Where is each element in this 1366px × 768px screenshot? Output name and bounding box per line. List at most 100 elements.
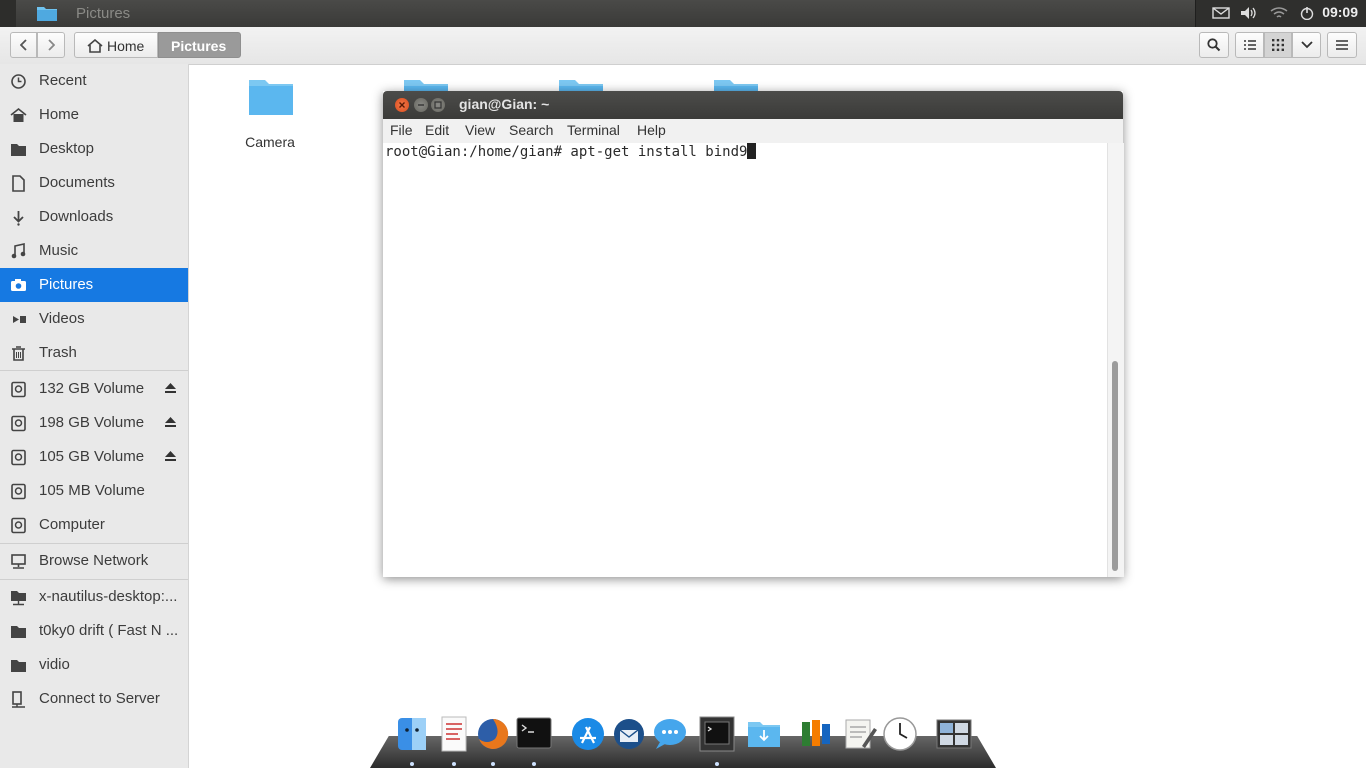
folder-icon	[748, 722, 780, 747]
clock-icon	[11, 74, 26, 89]
terminal-scrollbar[interactable]	[1107, 143, 1124, 577]
eject-icon[interactable]	[164, 416, 177, 428]
dock	[370, 716, 996, 768]
terminal-window[interactable]: gian@Gian: ~ File Edit View Search Termi…	[383, 91, 1124, 577]
sidebar-item-bookmark-vidio[interactable]: vidio	[0, 648, 188, 682]
menu-view[interactable]: View	[465, 122, 495, 138]
camera-icon	[11, 279, 26, 291]
clock[interactable]: 09:09	[1322, 4, 1358, 20]
drive-icon	[11, 483, 26, 500]
sidebar-item-connect-to-server[interactable]: Connect to Server	[0, 682, 188, 716]
sidebar-label: x-nautilus-desktop:...	[39, 588, 178, 605]
sidebar-item-browse-network[interactable]: Browse Network	[0, 544, 188, 578]
eject-icon[interactable]	[164, 450, 177, 462]
sidebar-item-home[interactable]: Home	[0, 98, 188, 132]
chevron-right-icon	[48, 39, 55, 51]
list-icon	[1243, 40, 1256, 50]
menu-file[interactable]: File	[390, 122, 413, 138]
home-icon	[10, 107, 27, 122]
folder-label: Camera	[245, 134, 295, 150]
menu-button[interactable]	[1327, 32, 1357, 58]
terminal-titlebar[interactable]: gian@Gian: ~	[383, 91, 1123, 119]
folder-icon	[37, 7, 57, 21]
volume-icon[interactable]	[1240, 6, 1258, 20]
search-icon	[1207, 38, 1221, 52]
back-button[interactable]	[10, 32, 37, 58]
terminal-icon-graphic	[516, 717, 552, 749]
terminal-line: root@Gian:/home/gian# apt-get install bi…	[385, 143, 757, 160]
path-label-home: Home	[107, 38, 145, 54]
wifi-icon[interactable]	[1270, 6, 1288, 20]
sidebar-label: 132 GB Volume	[39, 380, 145, 397]
list-view-button[interactable]	[1235, 32, 1264, 58]
sidebar-item-volume-105mb[interactable]: 105 MB Volume	[0, 474, 188, 508]
search-button[interactable]	[1199, 32, 1229, 58]
mail-icon[interactable]	[1212, 6, 1230, 20]
sidebar-item-pictures[interactable]: Pictures	[0, 268, 188, 302]
maximize-button[interactable]	[431, 98, 445, 112]
grid-view-button[interactable]	[1264, 32, 1292, 58]
path-button-pictures[interactable]: Pictures	[158, 32, 241, 58]
sidebar-item-bookmark-desktop[interactable]: x-nautilus-desktop:...	[0, 580, 188, 614]
eject-icon[interactable]	[164, 382, 177, 394]
sidebar: Recent Home Desktop Documents Downloads …	[0, 64, 189, 768]
sidebar-item-recent[interactable]: Recent	[0, 64, 188, 98]
finder-icon[interactable]	[394, 716, 430, 766]
sidebar-item-music[interactable]: Music	[0, 234, 188, 268]
sidebar-item-volume-198gb[interactable]: 198 GB Volume	[0, 406, 188, 440]
sidebar-item-videos[interactable]: Videos	[0, 302, 188, 336]
minimize-button[interactable]	[414, 98, 428, 112]
sidebar-label: Music	[39, 242, 79, 259]
sidebar-item-bookmark-tokyo-drift[interactable]: t0ky0 drift ( Fast N ...	[0, 614, 188, 648]
running-indicator	[715, 762, 719, 766]
network-folder-icon	[11, 591, 26, 606]
app-store-icon-graphic	[572, 718, 604, 750]
video-icon	[13, 316, 26, 323]
sidebar-item-desktop[interactable]: Desktop	[0, 132, 188, 166]
app-store-icon[interactable]	[570, 716, 606, 752]
menu-edit[interactable]: Edit	[425, 122, 449, 138]
sidebar-label: Downloads	[39, 208, 114, 225]
view-options-button[interactable]	[1292, 32, 1321, 58]
menu-terminal[interactable]: Terminal	[567, 122, 620, 138]
active-terminal-icon[interactable]	[699, 716, 735, 766]
clock-icon[interactable]	[882, 716, 918, 752]
text-editor-icon[interactable]	[436, 716, 472, 766]
sidebar-item-volume-105gb[interactable]: 105 GB Volume	[0, 440, 188, 474]
power-icon[interactable]	[1298, 6, 1316, 20]
firefox-icon-graphic	[478, 718, 509, 749]
menu-search[interactable]: Search	[509, 122, 553, 138]
trash-icon	[12, 346, 25, 361]
sidebar-item-documents[interactable]: Documents	[0, 166, 188, 200]
chevron-left-icon	[19, 39, 27, 51]
path-button-home[interactable]: Home	[74, 32, 158, 58]
workspace-switcher-icon[interactable]	[936, 716, 972, 752]
downloads-folder-icon[interactable]	[746, 716, 782, 752]
scrollbar-thumb[interactable]	[1112, 361, 1118, 571]
messages-icon[interactable]	[652, 716, 688, 752]
notes-icon[interactable]	[842, 716, 878, 752]
running-indicator	[452, 762, 456, 766]
close-button[interactable]	[395, 98, 409, 112]
window-title: Pictures	[76, 5, 131, 22]
top-panel: Pictures 09:09	[0, 0, 1366, 28]
pencil-note-icon	[845, 719, 877, 749]
sidebar-item-trash[interactable]: Trash	[0, 336, 188, 370]
drive-icon	[11, 517, 26, 534]
forward-button[interactable]	[37, 32, 65, 58]
sidebar-item-volume-132gb[interactable]: 132 GB Volume	[0, 372, 188, 406]
folder-item-camera[interactable]: Camera	[245, 76, 295, 150]
finder-icon-graphic	[398, 718, 426, 750]
firefox-icon[interactable]	[475, 716, 511, 766]
menu-help[interactable]: Help	[637, 122, 666, 138]
sidebar-label: Computer	[39, 516, 105, 533]
sidebar-item-computer[interactable]: Computer	[0, 508, 188, 542]
network-app-icon[interactable]	[798, 716, 834, 752]
workspace-icon-graphic	[936, 719, 972, 749]
thunderbird-icon[interactable]	[611, 716, 647, 752]
terminal-icon[interactable]	[516, 716, 552, 766]
path-label-pictures: Pictures	[171, 38, 227, 54]
home-icon	[87, 39, 103, 53]
terminal-output[interactable]: root@Gian:/home/gian# apt-get install bi…	[383, 143, 1107, 577]
sidebar-item-downloads[interactable]: Downloads	[0, 200, 188, 234]
